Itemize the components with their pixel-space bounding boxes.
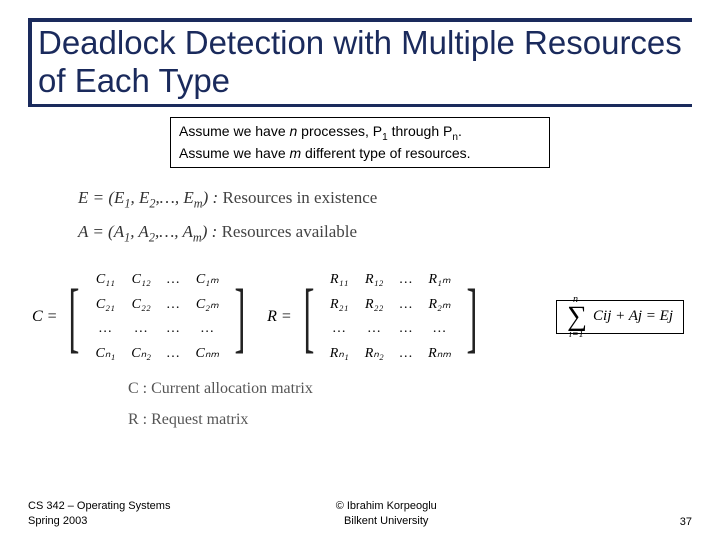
cell: Cₙ₁ [87, 341, 123, 366]
text: ,…, A [155, 222, 193, 241]
vector-e: E = (E1, E2,…, Em) : Resources in existe… [78, 182, 692, 216]
cell: C₁ₘ [188, 267, 228, 292]
cell: Rₙ₂ [357, 341, 392, 366]
label: Resources available [217, 222, 357, 241]
text: . [458, 123, 462, 139]
cell: Cₙ₂ [123, 341, 159, 366]
university: Bilkent University [110, 514, 662, 528]
var-m: m [290, 145, 302, 161]
cell: … [392, 267, 420, 292]
slide: Deadlock Detection with Multiple Resourc… [0, 0, 720, 540]
cell: … [87, 317, 123, 341]
cell: … [322, 317, 357, 341]
cell: Rₙₘ [420, 341, 459, 366]
cell: … [357, 317, 392, 341]
vector-definitions: E = (E1, E2,…, Em) : Resources in existe… [78, 182, 692, 249]
sigma-lower: i=1 [569, 331, 584, 338]
label-r: R : Request matrix [128, 405, 692, 435]
cell: C₂₁ [87, 292, 123, 317]
cell: R₁₁ [322, 267, 357, 292]
cell: C₂ₘ [188, 292, 228, 317]
sum-equation-box: ∑ n i=1 Cij + Aj = Ej [556, 300, 684, 334]
cell: C₁₂ [123, 267, 159, 292]
footer: CS 342 – Operating Systems Spring 2003 ©… [0, 499, 720, 528]
cell: … [123, 317, 159, 341]
text: ) : [202, 222, 218, 241]
text: A = (A [78, 222, 124, 241]
cell: C₁₁ [87, 267, 123, 292]
cell: … [420, 317, 459, 341]
text: , A [130, 222, 149, 241]
cell: … [392, 341, 420, 366]
label: Resources in existence [218, 188, 377, 207]
matrices-row: C = [ C₁₁C₁₂…C₁ₘ C₂₁C₂₂…C₂ₘ ………… Cₙ₁Cₙ₂…… [32, 267, 692, 366]
sum-body: Cij + Aj = Ej [593, 308, 673, 325]
sub: m [193, 230, 202, 244]
text: E = (E [78, 188, 124, 207]
bracket-left-icon: [ [69, 286, 80, 348]
text: ,…, E [156, 188, 194, 207]
text: ) : [203, 188, 219, 207]
cell: R₂₁ [322, 292, 357, 317]
bracket-right-icon: ] [235, 286, 246, 348]
cell: … [392, 317, 420, 341]
bracket-left-icon: [ [303, 286, 314, 348]
eq-label: R = [267, 308, 292, 326]
text: through P [388, 123, 453, 139]
cell: … [392, 292, 420, 317]
cell: R₁ₘ [420, 267, 459, 292]
sigma-upper: n [573, 296, 578, 303]
cell: … [159, 292, 187, 317]
eq-label: C = [32, 308, 57, 326]
cell: R₁₂ [357, 267, 392, 292]
matrix-c: C = [ C₁₁C₁₂…C₁ₘ C₂₁C₂₂…C₂ₘ ………… Cₙ₁Cₙ₂…… [32, 267, 253, 366]
label-c: C : Current allocation matrix [128, 374, 692, 404]
matrix-r-body: R₁₁R₁₂…R₁ₘ R₂₁R₂₂…R₂ₘ ………… Rₙ₁Rₙ₂…Rₙₘ [322, 267, 459, 366]
vector-a: A = (A1, A2,…, Am) : Resources available [78, 216, 692, 250]
cell: … [159, 317, 187, 341]
copyright: © Ibrahim Korpeoglu [110, 499, 662, 513]
bracket-right-icon: ] [467, 286, 478, 348]
assume-line-2: Assume we have m different type of resou… [179, 144, 541, 163]
matrix-labels: C : Current allocation matrix R : Reques… [128, 374, 692, 435]
cell: C₂₂ [123, 292, 159, 317]
text: , E [131, 188, 150, 207]
sigma-icon: ∑ n i=1 [567, 307, 587, 327]
text: processes, P [297, 123, 382, 139]
assumption-box: Assume we have n processes, P1 through P… [170, 117, 550, 168]
page-number: 37 [662, 516, 692, 528]
cell: Cₙₘ [188, 341, 228, 366]
cell: R₂₂ [357, 292, 392, 317]
cell: … [159, 267, 187, 292]
text: Assume we have [179, 123, 290, 139]
sub: m [194, 197, 203, 211]
cell: R₂ₘ [420, 292, 459, 317]
text: Assume we have [179, 145, 290, 161]
matrix-r: R = [ R₁₁R₁₂…R₁ₘ R₂₁R₂₂…R₂ₘ ………… Rₙ₁Rₙ₂…… [267, 267, 485, 366]
text: different type of resources. [301, 145, 470, 161]
matrix-c-body: C₁₁C₁₂…C₁ₘ C₂₁C₂₂…C₂ₘ ………… Cₙ₁Cₙ₂…Cₙₘ [87, 267, 227, 366]
assume-line-1: Assume we have n processes, P1 through P… [179, 122, 541, 144]
cell: Rₙ₁ [322, 341, 357, 366]
slide-title: Deadlock Detection with Multiple Resourc… [32, 24, 692, 107]
cell: … [159, 341, 187, 366]
title-box: Deadlock Detection with Multiple Resourc… [28, 18, 692, 107]
footer-center: © Ibrahim Korpeoglu Bilkent University [110, 499, 662, 528]
cell: … [188, 317, 228, 341]
